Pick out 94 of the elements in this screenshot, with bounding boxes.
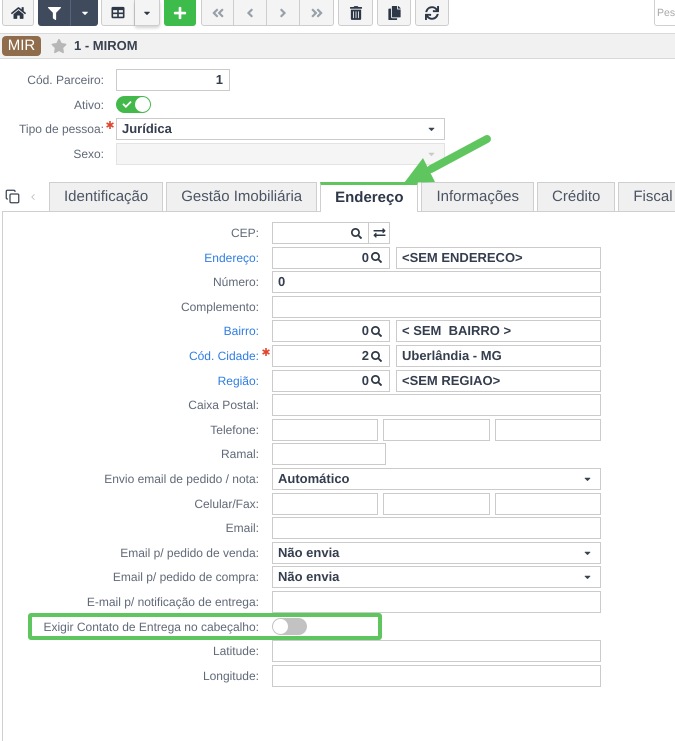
refresh-icon: [425, 6, 439, 20]
field-label: Email p/ pedido de compra:: [112, 570, 259, 584]
input-field[interactable]: [272, 664, 601, 687]
search-icon[interactable]: [371, 252, 382, 264]
select-field[interactable]: Não envia: [272, 542, 601, 564]
home-icon: [10, 6, 26, 20]
grid-view-dropdown-button[interactable]: [135, 0, 160, 26]
field-label: Email p/ pedido de venda:: [119, 546, 259, 560]
field-label: Número:: [212, 275, 259, 290]
toggle-switch[interactable]: [116, 96, 151, 114]
next-record-button[interactable]: [267, 0, 300, 26]
select-field[interactable]: Automático: [272, 468, 601, 490]
field-label: Latitude:: [212, 644, 259, 658]
input-field[interactable]: [494, 492, 601, 515]
description-field[interactable]: <SEM ENDERECO>: [396, 246, 601, 269]
input-field[interactable]: 0: [272, 320, 390, 342]
input-field[interactable]: [383, 418, 490, 441]
field-label: Ativo:: [72, 98, 104, 112]
field-label: Email:: [224, 521, 259, 536]
delete-button[interactable]: [338, 0, 373, 26]
field-link[interactable]: Cód. Cidade:: [3, 349, 259, 364]
field-label: Tipo de pessoa:: [18, 122, 104, 136]
field-label: Celular/Fax:: [193, 496, 259, 511]
field-label: Envio email de pedido / nota:: [103, 472, 259, 486]
add-button[interactable]: [164, 0, 196, 26]
field-label: Caixa Postal:: [187, 398, 259, 412]
copy-icon: [388, 6, 400, 20]
double-chevron-left-icon: [210, 6, 224, 20]
input-field[interactable]: [272, 418, 378, 441]
record-title: 1 - MIROM: [74, 37, 138, 56]
select-field[interactable]: Não envia: [272, 566, 601, 588]
field-label: Complemento:: [180, 300, 259, 314]
double-chevron-right-icon: [310, 6, 324, 20]
search-icon[interactable]: [371, 326, 382, 337]
home-button[interactable]: [2, 0, 34, 26]
description-field[interactable]: Uberlândia - MG: [396, 345, 601, 368]
first-record-button[interactable]: [201, 0, 234, 26]
plus-icon: [173, 6, 187, 20]
select-field[interactable]: Jurídica: [116, 118, 445, 140]
input-field[interactable]: [272, 640, 601, 662]
input-field[interactable]: 0: [272, 370, 390, 392]
star-icon[interactable]: [51, 38, 67, 54]
check-icon: [122, 100, 132, 110]
input-field[interactable]: [494, 418, 601, 441]
trash-icon: [350, 6, 362, 20]
filter-icon: [48, 6, 60, 20]
input-field[interactable]: [272, 492, 378, 515]
exchange-icon: [372, 227, 386, 240]
input-field[interactable]: [272, 590, 601, 613]
description-field[interactable]: < SEM BAIRRO >: [396, 320, 601, 342]
field-link[interactable]: Bairro:: [3, 324, 259, 338]
input-field[interactable]: 2: [272, 345, 390, 368]
field-label: E-mail p/ notificação de entrega:: [86, 594, 259, 609]
swap-button[interactable]: [369, 222, 390, 244]
description-field[interactable]: <SEM REGIAO>: [396, 370, 601, 392]
filter-button[interactable]: [38, 0, 70, 26]
input-field[interactable]: 0: [272, 271, 601, 294]
previous-record-button[interactable]: [234, 0, 267, 26]
tab[interactable]: Informações: [421, 182, 534, 212]
input-field[interactable]: [272, 517, 601, 540]
toggle-switch[interactable]: [272, 618, 307, 636]
field-link[interactable]: Região:: [3, 374, 259, 388]
grid-view-button[interactable]: [101, 0, 135, 26]
chevron-right-icon: [278, 6, 288, 20]
chevron-left-icon: [245, 6, 255, 20]
field-label: Sexo:: [72, 146, 104, 161]
search-icon[interactable]: [371, 375, 382, 386]
tab[interactable]: Endereço: [320, 182, 418, 212]
tab[interactable]: Identificação: [49, 182, 164, 212]
input-field[interactable]: [383, 492, 490, 515]
input-field[interactable]: 1: [116, 68, 230, 91]
record-badge: MIR: [2, 36, 41, 56]
field-label: Exigir Contato de Entrega no cabeçalho:: [42, 620, 259, 634]
field-label: Cód. Parceiro:: [26, 72, 104, 87]
filter-dropdown-button[interactable]: [70, 0, 98, 26]
refresh-button[interactable]: [415, 0, 449, 26]
tab[interactable]: Gestão Imobiliária: [166, 182, 318, 212]
copy-icon[interactable]: [5, 189, 20, 204]
search-icon[interactable]: [371, 350, 382, 362]
tab[interactable]: Fiscal: [618, 182, 675, 212]
input-field[interactable]: [272, 443, 386, 466]
field-label: CEP:: [230, 226, 259, 240]
input-field[interactable]: [272, 296, 601, 318]
input-field[interactable]: 0: [272, 246, 390, 269]
field-link[interactable]: Endereço:: [3, 250, 259, 265]
input-field[interactable]: [272, 222, 369, 244]
duplicate-button[interactable]: [377, 0, 411, 26]
table-icon: [111, 6, 125, 19]
field-label: Longitude:: [202, 668, 259, 683]
field-label: Ramal:: [220, 447, 259, 462]
input-field[interactable]: [272, 394, 601, 416]
tab[interactable]: Crédito: [537, 182, 616, 212]
search-icon[interactable]: [351, 228, 362, 239]
field-label: Telefone:: [209, 422, 259, 437]
